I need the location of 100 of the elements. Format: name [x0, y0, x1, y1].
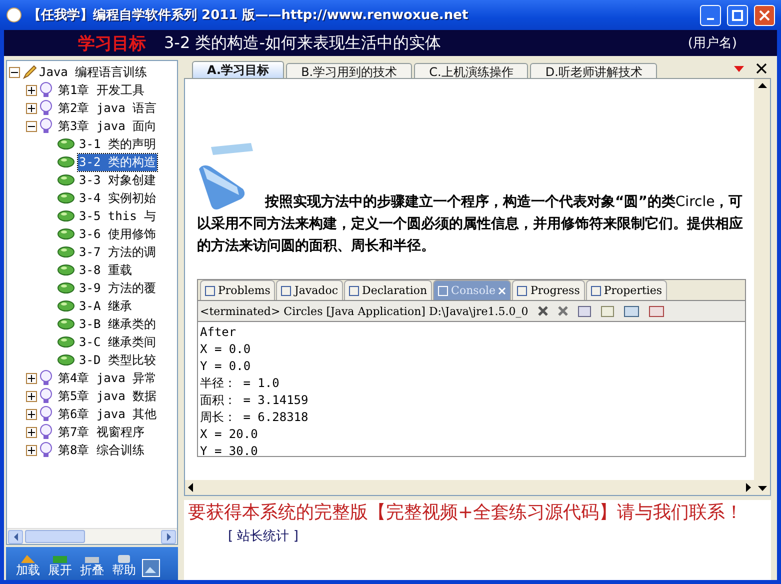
- tree-item[interactable]: 3-6 使用修饰: [78, 226, 157, 242]
- expand-toggle[interactable]: [26, 408, 37, 420]
- tree-item[interactable]: 3-4 实例初始: [78, 190, 157, 206]
- vertical-scrollbar[interactable]: [754, 79, 770, 495]
- view-icon: [205, 286, 215, 296]
- lightbulb-icon: [39, 442, 53, 458]
- console-tab[interactable]: Properties: [586, 280, 668, 300]
- expand-toggle[interactable]: [26, 102, 37, 114]
- tree-item[interactable]: 第5章 java 数据: [57, 388, 158, 404]
- view-icon: [590, 286, 601, 296]
- view-icon: [349, 286, 360, 296]
- tree-item[interactable]: 3-2 类的构造: [78, 154, 157, 170]
- maximize-icon: [732, 10, 743, 20]
- tree-item[interactable]: 第1章 开发工具: [57, 82, 146, 98]
- view-icon: [438, 286, 448, 296]
- tab[interactable]: A.学习目标: [192, 61, 284, 78]
- toolbar-button[interactable]: 展开: [46, 554, 74, 577]
- lesson-title: 3-2 类的构造-如何来表现生活中的实体: [164, 32, 442, 54]
- section-title: 学习目标: [78, 32, 146, 54]
- tab[interactable]: D.听老师讲解技术: [530, 63, 658, 78]
- toolbar-button[interactable]: 折叠: [78, 554, 106, 577]
- toolbar-button[interactable]: 加载: [14, 554, 42, 577]
- description-text: 按照实现方法中的步骤建立一个程序，构造一个代表对象“圆”的类Circle，可以采用不同方法来构建，定义一个圆必须的属性信息，并用修饰符来限制它们。提供相应的方法来访问圆的面积、周长和半径。: [197, 192, 744, 256]
- console-tab[interactable]: Javadoc: [276, 280, 344, 300]
- stats-link[interactable]: [ 站长统计 ]: [228, 529, 298, 544]
- tree-item[interactable]: 3-B 继承类的: [78, 316, 157, 332]
- maximize-button[interactable]: [727, 4, 748, 26]
- tree-item[interactable]: 3-3 对象创建: [78, 172, 157, 188]
- tree-item[interactable]: 3-D 类型比较: [78, 352, 157, 368]
- tree-item[interactable]: 3-8 重载: [78, 262, 133, 278]
- terminate-icon[interactable]: [538, 306, 548, 316]
- console-tab[interactable]: Problems: [200, 280, 276, 300]
- dropdown-caret-icon[interactable]: [734, 66, 744, 72]
- scroll-thumb[interactable]: [25, 530, 85, 543]
- left-arrow-icon: [12, 532, 18, 540]
- gem-icon: [57, 246, 75, 258]
- gem-icon: [57, 174, 75, 186]
- tree-item[interactable]: 第7章 视窗程序: [57, 424, 146, 440]
- tree-item[interactable]: 第2章 java 语言: [57, 100, 158, 116]
- expand-toggle[interactable]: [26, 84, 37, 96]
- tab[interactable]: C.上机演练操作: [414, 63, 528, 78]
- gem-icon: [57, 264, 75, 276]
- pencil-icon: [22, 64, 38, 80]
- console-line: Y = 30.0: [200, 443, 259, 456]
- lightbulb-icon: [39, 370, 53, 386]
- lightbulb-icon: [39, 118, 53, 134]
- down-arrow-icon[interactable]: [758, 486, 766, 491]
- console-tab[interactable]: Progress: [512, 280, 585, 300]
- minimize-button[interactable]: [700, 4, 721, 26]
- left-arrow-icon[interactable]: [188, 483, 193, 492]
- toolbar-button[interactable]: 帮助: [110, 554, 138, 577]
- lightbulb-icon: [39, 100, 53, 116]
- collapse-toggle[interactable]: [9, 66, 20, 78]
- gem-icon: [57, 318, 75, 330]
- right-arrow-icon[interactable]: [746, 483, 751, 492]
- scroll-left-button[interactable]: [8, 530, 23, 544]
- tree-item[interactable]: 3-1 类的声明: [78, 136, 157, 152]
- footer-message: 要获得本系统的完整版【完整视频+全套练习源代码】请与我们联系！ [ 站长统计 ]: [188, 502, 744, 546]
- tree-item[interactable]: 第6章 java 其他: [57, 406, 158, 422]
- tree-item[interactable]: 第8章 综合训练: [57, 442, 146, 458]
- console-line: Y = 0.0: [200, 358, 252, 375]
- close-icon[interactable]: [756, 63, 767, 74]
- lightbulb-icon: [39, 388, 53, 404]
- lightbulb-icon: [39, 424, 53, 440]
- tree-item[interactable]: 3-7 方法的调: [78, 244, 157, 260]
- gem-icon: [57, 138, 75, 150]
- picture-icon[interactable]: [142, 559, 160, 577]
- window-title: 【任我学】编程自学软件系列 2011 版——http://www.renwoxue.net: [28, 6, 470, 24]
- gem-icon: [57, 354, 75, 366]
- gem-icon: [57, 228, 75, 240]
- tree-item[interactable]: Java 编程语言训练: [38, 64, 148, 80]
- console-tab[interactable]: Declaration: [344, 280, 432, 300]
- expand-toggle[interactable]: [26, 372, 37, 384]
- remove-all-icon[interactable]: [558, 306, 568, 316]
- expand-toggle[interactable]: [26, 426, 37, 438]
- tree-item[interactable]: 3-9 方法的覆: [78, 280, 157, 296]
- close-icon: [759, 10, 770, 20]
- tree-item[interactable]: 3-5 this 与: [78, 208, 158, 224]
- up-arrow-icon[interactable]: [758, 83, 766, 88]
- tree-item[interactable]: 3-C 继承类间: [78, 334, 157, 350]
- scroll-right-button[interactable]: [161, 530, 176, 544]
- gem-icon: [57, 336, 75, 348]
- tree-item[interactable]: 第3章 java 面向: [57, 118, 158, 134]
- right-arrow-icon: [166, 532, 172, 540]
- minimize-icon: [707, 18, 714, 20]
- view-icon: [517, 286, 528, 296]
- lightbulb-icon: [39, 406, 53, 422]
- console-line: 面积： = 3.14159: [200, 392, 310, 409]
- tab[interactable]: B.学习用到的技术: [286, 63, 412, 78]
- expand-toggle[interactable]: [26, 390, 37, 402]
- tree-item[interactable]: 3-A 继承: [78, 298, 133, 314]
- collapse-toggle[interactable]: [26, 120, 37, 132]
- tree-item[interactable]: 第4章 java 异常: [57, 370, 158, 386]
- close-button[interactable]: [754, 4, 775, 26]
- content-horizontal-scrollbar[interactable]: [185, 480, 754, 495]
- app-icon: [6, 7, 22, 23]
- horizontal-scrollbar[interactable]: [7, 528, 177, 544]
- expand-toggle[interactable]: [26, 444, 37, 456]
- console-line: 周长： = 6.28318: [200, 409, 310, 426]
- gem-icon: [57, 192, 75, 204]
